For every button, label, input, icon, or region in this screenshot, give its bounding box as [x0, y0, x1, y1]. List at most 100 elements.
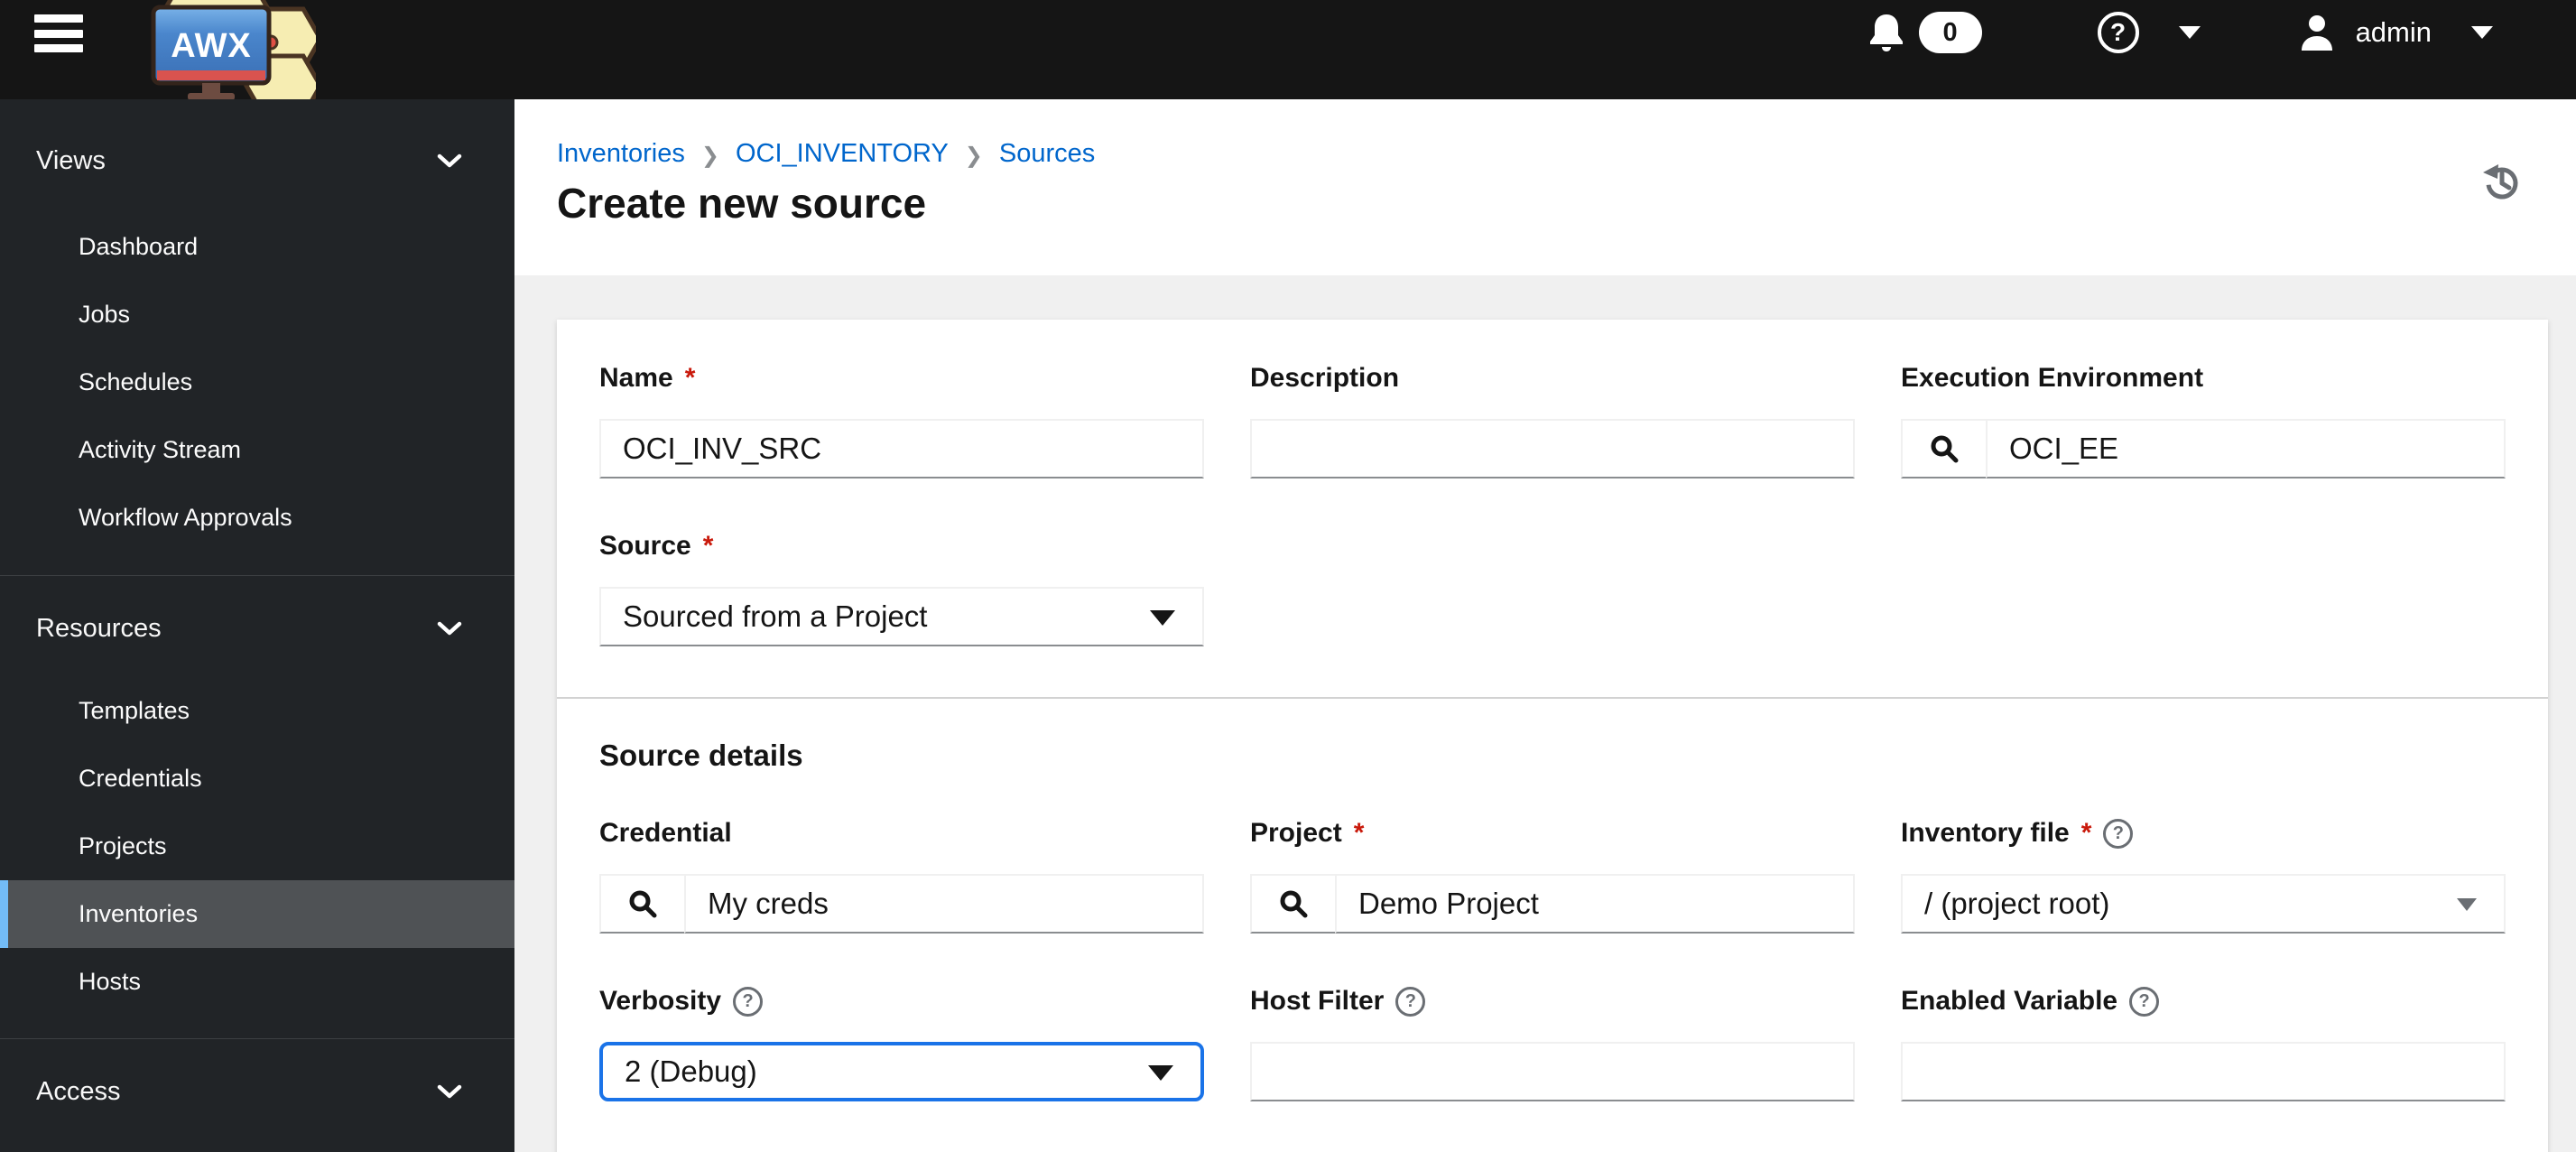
host-filter-label: Host Filter — [1250, 986, 1385, 1016]
enabled-variable-help-icon[interactable]: ? — [2129, 986, 2160, 1017]
field-credential: Credential — [599, 816, 1204, 934]
credential-search-button[interactable] — [599, 874, 684, 934]
sidebar-item-label: Dashboard — [79, 233, 199, 260]
credential-input[interactable] — [684, 874, 1204, 934]
project-search-button[interactable] — [1250, 874, 1335, 934]
field-project: Project * — [1250, 816, 1855, 934]
inventory-file-help-icon[interactable]: ? — [2103, 818, 2134, 849]
create-source-form-card: Name * Description Execution Environment — [557, 320, 2548, 1152]
sidebar-item-hosts[interactable]: Hosts — [0, 948, 514, 1016]
execution-environment-label: Execution Environment — [1901, 363, 2204, 393]
sidebar-nav: Views Dashboard Jobs Schedules Activity … — [0, 99, 514, 1152]
inventory-file-select[interactable]: / (project root) — [1901, 874, 2506, 934]
caret-down-icon — [1150, 610, 1175, 626]
main-content: Inventories ❯ OCI_INVENTORY ❯ Sources Cr… — [514, 99, 2576, 1152]
field-name: Name * — [599, 361, 1204, 478]
enabled-variable-input[interactable] — [1901, 1042, 2506, 1101]
execution-environment-input[interactable] — [1986, 419, 2506, 478]
help-icon[interactable]: ? — [2097, 12, 2139, 53]
sidebar-item-workflow-approvals[interactable]: Workflow Approvals — [0, 484, 514, 552]
page-header-band: Inventories ❯ OCI_INVENTORY ❯ Sources Cr… — [514, 99, 2576, 275]
sidebar-item-dashboard[interactable]: Dashboard — [0, 213, 514, 281]
host-filter-input[interactable] — [1250, 1042, 1855, 1101]
required-asterisk: * — [2080, 818, 2092, 848]
field-description: Description — [1250, 361, 1855, 478]
notification-count-badge[interactable]: 0 — [1918, 12, 1982, 53]
field-host-filter: Host Filter ? — [1250, 984, 1855, 1101]
field-execution-environment: Execution Environment — [1901, 361, 2506, 478]
sidebar-item-label: Workflow Approvals — [79, 504, 292, 531]
user-icon — [2301, 15, 2332, 51]
sidebar-divider — [0, 1038, 514, 1039]
chevron-down-icon — [437, 1084, 462, 1098]
breadcrumb: Inventories ❯ OCI_INVENTORY ❯ Sources — [557, 139, 1095, 169]
inventory-file-select-value: / (project root) — [1924, 887, 2110, 920]
sidebar-item-label: Templates — [79, 697, 190, 724]
sidebar-divider — [0, 575, 514, 576]
verbosity-select[interactable]: 2 (Debug) — [599, 1042, 1204, 1101]
caret-down-icon — [1148, 1065, 1173, 1081]
enabled-variable-label: Enabled Variable — [1901, 986, 2118, 1016]
project-input[interactable] — [1335, 874, 1855, 934]
nav-group-views[interactable]: Views — [0, 126, 514, 195]
top-bar: AWX 0 ? admin — [0, 0, 2576, 99]
hamburger-menu-icon[interactable] — [34, 14, 83, 52]
topbar-actions: 0 ? admin — [1868, 0, 2493, 65]
required-asterisk: * — [702, 531, 714, 561]
project-label: Project — [1250, 818, 1342, 848]
page-title: Create new source — [557, 180, 927, 227]
nav-group-views-label: Views — [36, 145, 106, 175]
breadcrumb-separator-icon: ❯ — [964, 143, 983, 168]
caret-down-icon — [2457, 898, 2477, 911]
sidebar-item-activity-stream[interactable]: Activity Stream — [0, 416, 514, 484]
sidebar-item-label: Inventories — [79, 900, 199, 927]
verbosity-label: Verbosity — [599, 986, 722, 1016]
search-icon — [1280, 890, 1308, 918]
search-icon — [629, 890, 657, 918]
host-filter-help-icon[interactable]: ? — [1395, 986, 1426, 1017]
credential-label: Credential — [599, 818, 732, 848]
search-icon — [1931, 435, 1959, 463]
required-asterisk: * — [1353, 818, 1365, 848]
sidebar-item-credentials[interactable]: Credentials — [0, 745, 514, 813]
source-select[interactable]: Sourced from a Project — [599, 587, 1204, 646]
nav-group-resources-label: Resources — [36, 613, 162, 643]
execution-environment-search-button[interactable] — [1901, 419, 1986, 478]
notifications-bell-icon[interactable] — [1868, 13, 1904, 52]
source-details-heading: Source details — [599, 739, 803, 772]
awx-logo-text: AWX — [171, 27, 252, 65]
name-input[interactable] — [599, 419, 1204, 478]
sidebar-item-jobs[interactable]: Jobs — [0, 281, 514, 348]
help-caret-down-icon[interactable] — [2178, 26, 2201, 39]
verbosity-help-icon[interactable]: ? — [733, 986, 764, 1017]
sidebar-item-label: Schedules — [79, 368, 193, 395]
field-enabled-variable: Enabled Variable ? — [1901, 984, 2506, 1101]
sidebar-item-label: Credentials — [79, 765, 202, 792]
nav-group-access-label: Access — [36, 1076, 121, 1106]
verbosity-select-value: 2 (Debug) — [625, 1054, 757, 1088]
breadcrumb-sources[interactable]: Sources — [999, 139, 1095, 169]
sidebar-item-inventories[interactable]: Inventories — [0, 880, 514, 948]
breadcrumb-oci-inventory[interactable]: OCI_INVENTORY — [736, 139, 949, 169]
history-icon[interactable] — [2480, 161, 2522, 202]
sidebar-item-templates[interactable]: Templates — [0, 677, 514, 745]
sidebar-item-projects[interactable]: Projects — [0, 813, 514, 880]
required-asterisk: * — [684, 363, 696, 393]
username-label[interactable]: admin — [2356, 16, 2432, 49]
description-input[interactable] — [1250, 419, 1855, 478]
sidebar-item-schedules[interactable]: Schedules — [0, 348, 514, 416]
name-label: Name — [599, 363, 673, 393]
breadcrumb-inventories[interactable]: Inventories — [557, 139, 685, 169]
breadcrumb-separator-icon: ❯ — [700, 143, 719, 168]
source-label: Source — [599, 531, 691, 561]
awx-logo[interactable]: AWX — [135, 0, 316, 99]
source-select-value: Sourced from a Project — [623, 599, 928, 633]
nav-group-access[interactable]: Access — [0, 1057, 514, 1126]
sidebar-item-label: Projects — [79, 832, 167, 859]
field-inventory-file: Inventory file * ? / (project root) — [1901, 816, 2506, 934]
sidebar-item-label: Activity Stream — [79, 436, 242, 463]
field-source: Source * Sourced from a Project — [599, 529, 1204, 646]
user-caret-down-icon[interactable] — [2471, 26, 2493, 39]
nav-group-resources[interactable]: Resources — [0, 594, 514, 663]
chevron-down-icon — [437, 621, 462, 635]
